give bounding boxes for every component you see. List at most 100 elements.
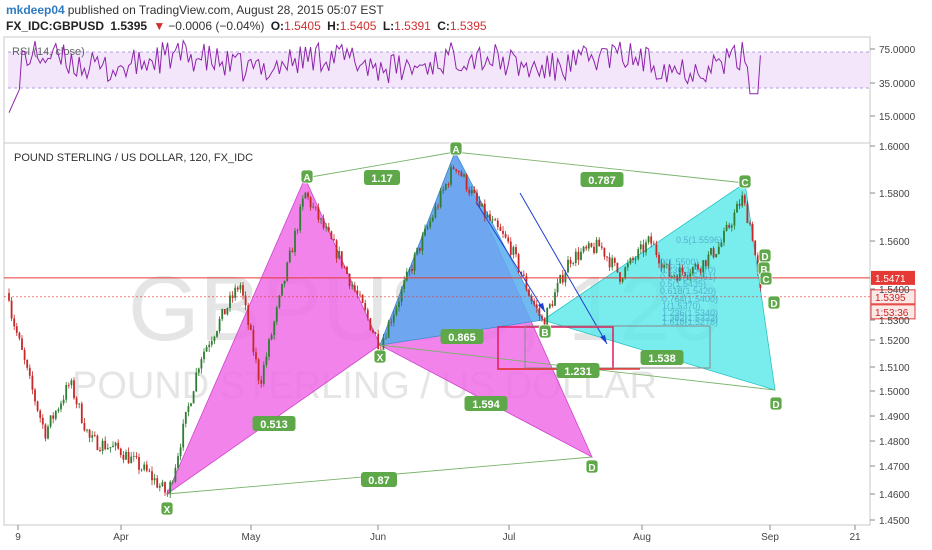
candle-body: [416, 247, 419, 255]
candle-body: [486, 214, 489, 218]
candle-body: [80, 403, 83, 424]
point-label: A: [303, 173, 310, 184]
candle-body: [450, 167, 452, 185]
candle-body: [234, 287, 237, 298]
candle-body: [153, 478, 156, 481]
candle-body: [351, 285, 354, 287]
candle-body: [567, 259, 569, 273]
candle-body: [426, 226, 429, 229]
candle-body: [715, 253, 718, 258]
candle-body: [247, 305, 250, 325]
candle-body: [361, 294, 364, 303]
candle-body: [408, 268, 411, 272]
candle-body: [447, 184, 450, 185]
candle-body: [15, 326, 18, 333]
time-tick-label: Sep: [761, 532, 779, 543]
price-tick-label: 1.5600: [879, 237, 910, 248]
candle-body: [122, 454, 125, 460]
candle-body: [330, 231, 333, 239]
candle-body: [317, 207, 320, 220]
candle-body: [559, 274, 562, 284]
candle-body: [548, 304, 551, 308]
point-label: C: [762, 275, 769, 286]
candle-body: [730, 225, 733, 228]
candle-body: [83, 423, 86, 431]
candle-body: [348, 273, 351, 286]
candle-body: [312, 206, 315, 208]
candle-body: [62, 399, 65, 404]
candle-body: [463, 174, 465, 177]
candle-body: [629, 258, 632, 264]
candle-body: [728, 224, 731, 228]
price-tick-label: 1.5300: [879, 316, 910, 327]
candle-body: [41, 417, 44, 425]
candle-body: [106, 448, 109, 450]
price-tick-label: 1.4900: [879, 412, 910, 423]
candle-body: [595, 239, 598, 253]
candle-body: [39, 410, 42, 418]
candle-body: [494, 219, 497, 221]
candle-body: [403, 280, 406, 289]
candle-body: [125, 451, 127, 460]
candle-body: [226, 307, 229, 315]
price-tick-label: 1.5000: [879, 387, 910, 398]
candle-body: [210, 341, 213, 345]
candle-body: [130, 456, 133, 464]
rsi-tick-label: 75.0000: [879, 45, 916, 56]
candle-body: [346, 266, 348, 274]
candle-body: [606, 256, 608, 258]
candle-body: [632, 258, 634, 260]
candle-body: [746, 203, 749, 224]
candle-body: [738, 203, 741, 206]
candle-body: [145, 464, 148, 471]
candle-body: [242, 285, 244, 296]
price-tick-label: 1.5400: [879, 285, 910, 296]
rsi-tick-label: 15.0000: [879, 112, 916, 123]
price-tick-label: 1.6000: [879, 142, 910, 153]
price-chart[interactable]: RSI (14, close) GBPUSD, 120 POUND STERLI…: [0, 0, 932, 550]
candle-body: [88, 429, 91, 438]
candle-body: [639, 244, 642, 250]
candle-body: [754, 240, 757, 256]
candle-body: [600, 246, 603, 248]
candle-body: [86, 429, 88, 431]
candle-body: [444, 184, 447, 190]
time-tick-label: 21: [849, 532, 861, 543]
point-label: D: [761, 252, 768, 263]
candle-body: [364, 302, 367, 310]
candle-body: [208, 344, 211, 348]
candle-body: [138, 457, 140, 470]
candle-body: [221, 309, 224, 320]
candle-body: [652, 243, 655, 245]
price-tick-label: 1.5800: [879, 189, 910, 200]
candle-body: [252, 329, 255, 353]
candle-body: [91, 435, 94, 438]
time-tick-label: 9: [15, 532, 21, 543]
point-label: D: [770, 299, 777, 310]
candle-body: [434, 206, 437, 218]
candle-body: [257, 359, 260, 381]
rsi-label: RSI (14, close): [12, 46, 85, 58]
candle-body: [509, 241, 512, 255]
candle-body: [192, 391, 195, 404]
candle-body: [473, 189, 476, 193]
candle-body: [309, 197, 312, 208]
candle-body: [278, 295, 281, 308]
candle-body: [515, 247, 517, 255]
main-title: POUND STERLING / US DOLLAR, 120, FX_IDC: [14, 152, 253, 164]
candle-body: [655, 244, 658, 255]
candle-body: [218, 319, 221, 332]
candle-body: [325, 227, 328, 228]
candle-body: [613, 258, 616, 263]
candle-body: [499, 227, 502, 231]
candle-body: [78, 403, 81, 405]
candle-body: [556, 283, 559, 293]
candle-body: [236, 287, 239, 290]
candle-body: [502, 230, 504, 234]
candle-body: [538, 308, 541, 316]
candle-body: [275, 307, 278, 322]
ratio-label: 1.538: [648, 353, 676, 365]
candle-body: [216, 331, 218, 337]
ratio-label: 0.87: [368, 475, 389, 487]
candle-body: [179, 447, 182, 457]
